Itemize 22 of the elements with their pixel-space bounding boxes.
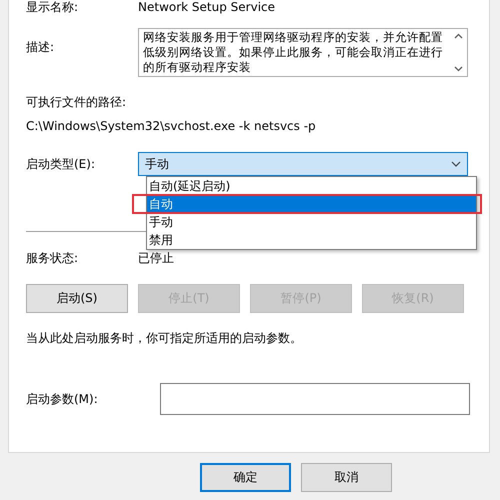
scroll-down-icon[interactable] [454, 66, 462, 72]
field-label: 服务状态: [26, 251, 80, 266]
hint-text: 当从此处启动服务时，你可指定所适用的启动参数。 [26, 331, 302, 346]
field-value: Network Setup Service [138, 0, 276, 15]
path-text: C:\Windows\System32\svchost.exe -k netsvcs -p [26, 119, 316, 134]
dropdown-option[interactable]: 手动 [147, 213, 476, 231]
chevron-down-icon [451, 161, 461, 167]
dropdown-option[interactable]: 禁用 [147, 231, 476, 249]
parameters-input[interactable] [160, 383, 470, 415]
description-text: 网络安装服务用于管理网络驱动程序的安装，并允许配置低级别网络设置。如果停止此服务，可能会取消正在进行的所有驱动程序安装 [142, 29, 444, 76]
field-label: 启动类型(E): [26, 156, 96, 172]
service-button[interactable]: 启动(S) [26, 284, 128, 313]
dialog-button[interactable]: 取消 [301, 463, 392, 492]
field-label: 描述: [26, 40, 56, 55]
dropdown-option[interactable]: 自动(延迟启动) [147, 177, 476, 195]
field-label: 启动参数(M): [26, 392, 99, 406]
status-value: 已停止 [138, 251, 174, 266]
scroll-up-icon[interactable] [454, 33, 462, 39]
field-label: 显示名称: [26, 0, 80, 15]
startup-type-dropdown[interactable]: 手动 [138, 152, 468, 176]
dialog-button[interactable]: 确定 [200, 463, 291, 492]
field-label: 可执行文件的路径: [26, 95, 126, 110]
